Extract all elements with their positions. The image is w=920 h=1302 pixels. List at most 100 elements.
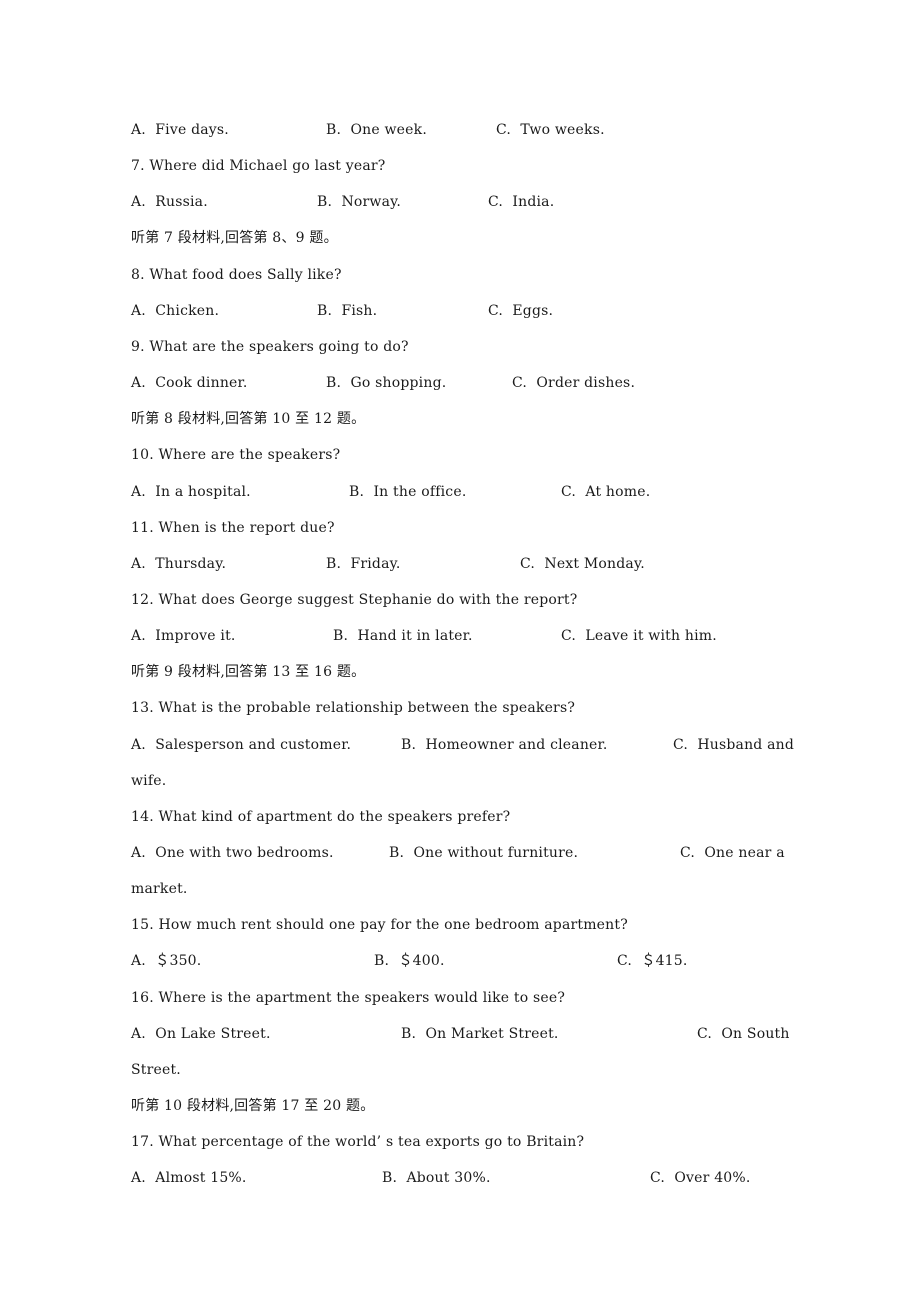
option-text: Chicken.: [155, 303, 220, 319]
option-label: A.: [131, 1026, 156, 1042]
option-text: Salesperson and customer.: [155, 737, 352, 753]
answer-options-row: A. In a hospital. B. In the office. C. At …: [0, 482, 920, 502]
option-text: On Market Street.: [425, 1026, 559, 1042]
option-text: Order dishes.: [536, 375, 636, 391]
option-label: C.: [680, 845, 705, 861]
option-label: A.: [131, 556, 156, 572]
option-label: B.: [317, 303, 342, 319]
answer-options-row: A. Chicken. B. Fish. C. Eggs.: [0, 301, 920, 321]
answer-option-c: C. Order dishes.: [512, 373, 635, 393]
section-instruction: 听第 10 段材料,回答第 17 至 20 题。: [131, 1098, 375, 1114]
option-text: One near a: [704, 845, 785, 861]
answer-option-b: B. Norway.: [317, 192, 401, 212]
option-label: A.: [131, 1170, 156, 1186]
answer-options-row: A. Improve it. B. Hand it in later. C. Lea…: [0, 626, 920, 646]
answer-option-a: A. Chicken.: [131, 301, 219, 321]
section-instruction: 听第 9 段材料,回答第 13 至 16 题。: [131, 664, 366, 680]
answer-options-row: A. Almost 15%. B. About 30%. C. Over 40%.: [0, 1168, 920, 1188]
option-label: C.: [520, 556, 545, 572]
option-label: A.: [131, 737, 156, 753]
answer-option-b: B. Fish.: [317, 301, 377, 321]
answer-option-b: B. ＄400.: [374, 951, 445, 971]
option-label: B.: [401, 737, 426, 753]
option-text: Cook dinner.: [155, 375, 248, 391]
answer-option-b: B. Friday.: [326, 554, 401, 574]
question-text: 10. Where are the speakers?: [131, 447, 341, 463]
answer-option-b: B. Go shopping.: [326, 373, 446, 393]
answer-option-c: C. On South: [697, 1024, 790, 1044]
option-label: C.: [673, 737, 698, 753]
option-label: C.: [488, 303, 513, 319]
question-text: 15. How much rent should one pay for the…: [131, 917, 628, 933]
option-text: One with two bedrooms.: [155, 845, 334, 861]
option-label: A.: [131, 953, 156, 969]
option-text: Leave it with him.: [585, 628, 717, 644]
option-text: Homeowner and cleaner.: [425, 737, 608, 753]
option-text: On Lake Street.: [155, 1026, 271, 1042]
option-text: Norway.: [341, 194, 402, 210]
answer-option-a: A. Cook dinner.: [131, 373, 248, 393]
answer-option-b: B. One week.: [326, 120, 427, 140]
answer-option-c: C. One near a: [680, 843, 785, 863]
answer-option-a: A. Thursday.: [131, 554, 226, 574]
answer-option-b: B. Hand it in later.: [333, 626, 473, 646]
answer-options-row: A. Russia. B. Norway. C. India.: [0, 192, 920, 212]
option-text: ＄350.: [155, 953, 202, 969]
option-text: Friday.: [350, 556, 401, 572]
option-text: Over 40%.: [674, 1170, 751, 1186]
answer-option-a: A. One with two bedrooms.: [131, 843, 334, 863]
question-text: 13. What is the probable relationship be…: [131, 700, 576, 716]
answer-option-c: C. ＄415.: [617, 951, 688, 971]
option-label: A.: [131, 845, 156, 861]
question-text: 17. What percentage of the world’ s tea …: [131, 1134, 585, 1150]
option-label: B.: [317, 194, 342, 210]
option-continuation: wife.: [131, 773, 167, 789]
question-text: 16. Where is the apartment the speakers …: [131, 990, 566, 1006]
answer-option-b: B. In the office.: [349, 482, 466, 502]
option-text: In a hospital.: [155, 484, 251, 500]
question-text: 9. What are the speakers going to do?: [131, 339, 409, 355]
answer-options-row: A. Five days. B. One week. C. Two weeks.: [0, 120, 920, 140]
option-text: ＄415.: [641, 953, 688, 969]
section-instruction: 听第 7 段材料,回答第 8、9 题。: [131, 230, 338, 246]
answer-option-c: C. At home.: [561, 482, 650, 502]
option-label: B.: [401, 1026, 426, 1042]
option-label: B.: [382, 1170, 407, 1186]
answer-option-b: B. One without furniture.: [389, 843, 578, 863]
option-label: C.: [561, 484, 586, 500]
option-label: A.: [131, 628, 156, 644]
answer-option-c: C. Two weeks.: [496, 120, 605, 140]
option-label: C.: [496, 122, 521, 138]
answer-option-c: C. Next Monday.: [520, 554, 645, 574]
option-label: C.: [488, 194, 513, 210]
option-text: Improve it.: [155, 628, 236, 644]
option-text: Fish.: [341, 303, 378, 319]
answer-option-a: A. In a hospital.: [131, 482, 251, 502]
option-label: B.: [326, 556, 351, 572]
question-text: 8. What food does Sally like?: [131, 267, 342, 283]
question-text: 11. When is the report due?: [131, 520, 335, 536]
option-label: C.: [650, 1170, 675, 1186]
option-text: At home.: [585, 484, 651, 500]
answer-option-a: A. Salesperson and customer.: [131, 735, 351, 755]
option-continuation: Street.: [131, 1062, 181, 1078]
answer-option-b: B. Homeowner and cleaner.: [401, 735, 608, 755]
option-text: Husband and: [697, 737, 795, 753]
option-text: Russia.: [155, 194, 208, 210]
option-label: B.: [333, 628, 358, 644]
answer-options-row: A. Thursday. B. Friday. C. Next Monday.: [0, 554, 920, 574]
question-text: 12. What does George suggest Stephanie d…: [131, 592, 578, 608]
option-text: Next Monday.: [544, 556, 645, 572]
option-text: Eggs.: [512, 303, 554, 319]
option-text: ＄400.: [398, 953, 445, 969]
option-label: C.: [512, 375, 537, 391]
option-text: India.: [512, 194, 555, 210]
option-text: In the office.: [373, 484, 467, 500]
answer-option-a: A. Russia.: [131, 192, 208, 212]
answer-option-c: C. Over 40%.: [650, 1168, 751, 1188]
option-text: Thursday.: [155, 556, 227, 572]
answer-option-c: C. Husband and: [673, 735, 794, 755]
answer-option-c: C. India.: [488, 192, 554, 212]
option-label: B.: [374, 953, 399, 969]
question-text: 7. Where did Michael go last year?: [131, 158, 386, 174]
